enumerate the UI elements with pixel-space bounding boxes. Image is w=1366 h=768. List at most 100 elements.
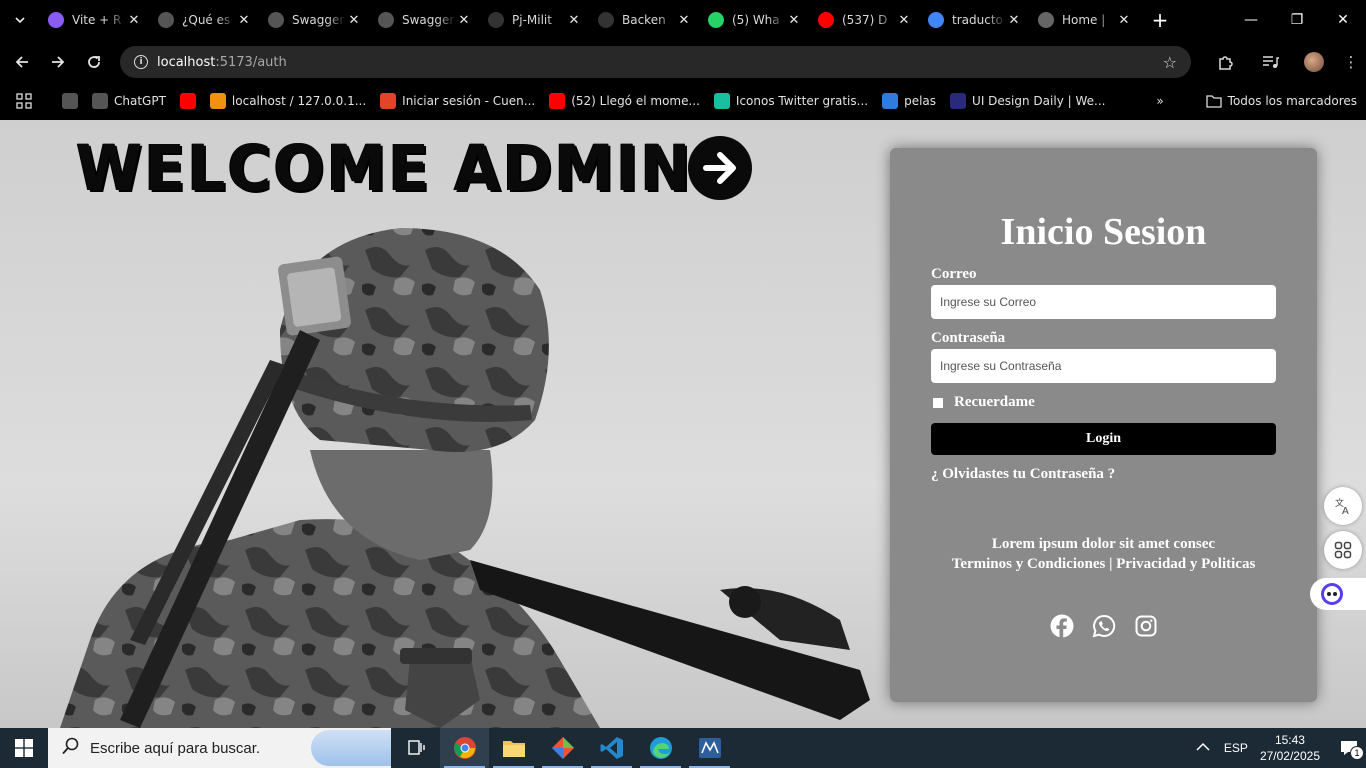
youtube-icon [179,93,196,109]
bookmark-item[interactable] [173,87,203,115]
assistant-extension-icon[interactable] [1310,578,1366,610]
bookmarks-overflow-icon[interactable]: » [1149,87,1170,115]
close-tab-icon[interactable]: ✕ [126,13,142,28]
edge-icon[interactable] [636,728,685,768]
login-button[interactable]: Login [931,423,1276,455]
browser-tab[interactable]: traducto ✕ [920,0,1030,40]
github-icon [598,12,614,28]
back-icon[interactable] [4,44,40,80]
browser-tab[interactable]: (5) Wha ✕ [700,0,810,40]
terms-links[interactable]: Terminos y Condiciones | Privacidad y Po… [890,556,1317,573]
soldier-background-image [60,228,870,728]
remember-checkbox[interactable] [933,398,943,408]
close-tab-icon[interactable]: ✕ [1006,13,1022,28]
close-tab-icon[interactable]: ✕ [456,13,472,28]
page-content: WELCOME ADMIN Inicio Sesion Correo Contr… [0,120,1366,728]
uidesign-icon [950,93,967,109]
close-tab-icon[interactable]: ✕ [566,13,582,28]
media-control-icon[interactable] [1247,53,1292,71]
email-field[interactable] [931,285,1276,319]
close-window-icon[interactable]: ✕ [1320,0,1366,40]
flaticon-icon [713,93,730,109]
language-indicator[interactable]: ESP [1224,741,1248,755]
folder-icon [1206,93,1222,109]
bookmark-item[interactable]: Iconos Twitter gratis... [707,87,875,115]
bookmark-item[interactable]: pelas [875,87,943,115]
bookmark-item[interactable]: ChatGPT [85,87,173,115]
facebook-icon[interactable] [1050,614,1074,638]
apps-grid-icon[interactable] [0,87,39,115]
file-explorer-icon[interactable] [489,728,538,768]
bookmark-label: Iniciar sesión - Cuen... [402,94,536,108]
close-tab-icon[interactable]: ✕ [786,13,802,28]
browser-tab[interactable]: Pj-Milit ✕ [480,0,590,40]
browser-tab[interactable]: Vite + R ✕ [40,0,150,40]
site-info-icon[interactable]: i [134,55,148,69]
browser-tab[interactable]: Backen ✕ [590,0,700,40]
phpmyadmin-icon [209,93,226,109]
globe-icon [1038,12,1054,28]
bookmark-star-icon[interactable]: ☆ [1163,53,1177,72]
chrome-icon[interactable] [440,728,489,768]
clock[interactable]: 15:43 27/02/2025 [1260,732,1320,764]
password-field[interactable] [931,349,1276,383]
close-tab-icon[interactable]: ✕ [236,13,252,28]
notifications-icon[interactable]: 1 [1332,740,1366,760]
browser-tab[interactable]: (537) D ✕ [810,0,920,40]
search-highlight-image [311,730,391,766]
new-tab-button[interactable]: + [1140,0,1180,40]
bookmark-item[interactable]: Iniciar sesión - Cuen... [373,87,542,115]
apps-shortcut-icon[interactable] [1324,531,1362,569]
all-bookmarks-folder[interactable]: Todos los marcadores [1199,87,1364,115]
globe-icon [62,93,78,109]
mysql-workbench-icon[interactable] [685,728,734,768]
vscode-icon[interactable] [587,728,636,768]
browser-tab[interactable]: ¿Qué es ✕ [150,0,260,40]
menu-kebab-icon[interactable]: ⋮ [1336,53,1366,71]
instagram-icon[interactable] [1134,614,1158,638]
tab-title: (5) Wha [732,13,780,27]
tray-chevron-up-icon[interactable] [1196,741,1210,755]
search-placeholder: Escribe aquí para buscar. [90,739,261,757]
translate-icon[interactable]: 文A [1324,487,1362,525]
login-panel: Inicio Sesion Correo Contraseña Recuerda… [890,148,1317,702]
toolbar-right: ⋮ [1202,40,1366,84]
bookmark-item[interactable]: UI Design Daily | We... [943,87,1112,115]
bookmark-item[interactable]: localhost / 127.0.0.1... [203,87,373,115]
task-view-icon[interactable] [391,728,440,768]
edge-icon [882,93,899,109]
forgot-password-link[interactable]: ¿ Olvidastes tu Contraseña ? [931,466,1115,483]
whatsapp-icon[interactable] [1092,614,1116,638]
taskbar-search[interactable]: Escribe aquí para buscar. [48,728,391,768]
github-icon [488,12,504,28]
minimize-icon[interactable]: — [1228,0,1274,40]
browser-tab[interactable]: Swagger ✕ [260,0,370,40]
tab-search-chevron-icon[interactable] [0,0,40,40]
close-tab-icon[interactable]: ✕ [676,13,692,28]
browser-tab[interactable]: Swagger ✕ [370,0,480,40]
close-tab-icon[interactable]: ✕ [896,13,912,28]
remember-label: Recuerdame [954,394,1035,410]
bookmark-item[interactable]: (52) Llegó el mome... [542,87,707,115]
git-app-icon[interactable] [538,728,587,768]
close-tab-icon[interactable]: ✕ [346,13,362,28]
windows-start-icon[interactable] [0,728,48,768]
clock-time: 15:43 [1274,733,1305,747]
close-tab-icon[interactable]: ✕ [1116,13,1132,28]
reload-icon[interactable] [76,44,112,80]
extensions-icon[interactable] [1202,53,1247,71]
profile-avatar[interactable] [1304,52,1324,72]
bookmark-label: (52) Llegó el mome... [571,94,700,108]
browser-tab[interactable]: Home | ✕ [1030,0,1140,40]
openai-icon [268,12,284,28]
tab-title: Home | [1062,13,1106,27]
restore-icon[interactable]: ❐ [1274,0,1320,40]
arrow-right-icon[interactable] [688,136,752,200]
password-label: Contraseña [931,330,1006,346]
clock-date: 27/02/2025 [1259,749,1320,763]
bookmark-item[interactable] [55,87,85,115]
google-icon [928,12,944,28]
forward-icon[interactable] [40,44,76,80]
bookmarks-right: » Todos los marcadores [1149,84,1366,118]
address-bar[interactable]: i localhost:5173/auth ☆ [120,46,1191,78]
